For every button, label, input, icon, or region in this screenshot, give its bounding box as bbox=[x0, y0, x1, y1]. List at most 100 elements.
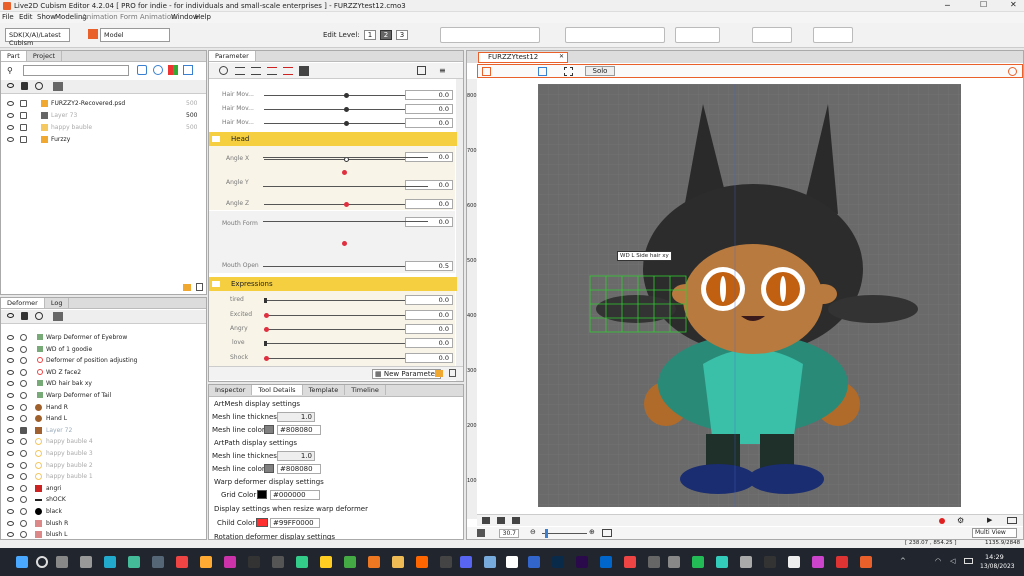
model-canvas[interactable] bbox=[538, 84, 961, 507]
param-slider[interactable] bbox=[264, 356, 428, 361]
param-value[interactable]: 0.0 bbox=[405, 118, 453, 128]
expressions-group-header[interactable]: Expressions bbox=[209, 277, 457, 291]
parameter-scrollbar[interactable] bbox=[456, 79, 463, 381]
grid-center-point[interactable] bbox=[342, 241, 347, 246]
workspace-select[interactable]: SDK(X/A)/Latest Cubism bbox=[5, 28, 70, 47]
head-group-header[interactable]: Head bbox=[209, 132, 457, 146]
select-tools-group[interactable] bbox=[675, 27, 720, 43]
app-icon[interactable] bbox=[200, 556, 212, 568]
app-icon[interactable] bbox=[416, 556, 428, 568]
app-icon[interactable] bbox=[152, 556, 164, 568]
tab-project[interactable]: Project bbox=[27, 51, 63, 61]
visibility-icon[interactable] bbox=[7, 381, 14, 387]
visibility-icon[interactable] bbox=[7, 485, 14, 491]
color-grid-icon[interactable] bbox=[168, 65, 178, 75]
visibility-icon[interactable] bbox=[7, 113, 14, 118]
menu-help[interactable]: Help bbox=[195, 13, 211, 21]
app-icon[interactable] bbox=[128, 556, 140, 568]
slider-knob[interactable] bbox=[264, 313, 269, 318]
selection-icon[interactable] bbox=[20, 392, 27, 399]
list-item[interactable]: WD of 1 goodie bbox=[1, 344, 206, 356]
list-item[interactable]: black bbox=[1, 506, 206, 518]
app-icon[interactable] bbox=[506, 556, 518, 568]
menu-icon[interactable]: ≡ bbox=[439, 66, 446, 75]
tray-chevron-icon[interactable]: ^ bbox=[900, 557, 906, 565]
settings-icon[interactable]: ⚙ bbox=[957, 516, 964, 525]
slider-knob[interactable] bbox=[264, 356, 269, 361]
play-icon[interactable]: ▶ bbox=[987, 516, 992, 524]
camera-icon[interactable] bbox=[482, 517, 490, 524]
new-folder-icon[interactable] bbox=[183, 284, 191, 291]
parameter-row[interactable]: Hair Mov... 0.0 bbox=[212, 102, 455, 116]
selection-icon[interactable] bbox=[20, 519, 27, 527]
app-icon[interactable] bbox=[484, 556, 496, 568]
list-item[interactable]: Deformer of position adjusting bbox=[1, 355, 206, 367]
selection-icon[interactable] bbox=[20, 450, 27, 457]
slider-knob[interactable] bbox=[344, 107, 349, 112]
brush-icon[interactable] bbox=[482, 67, 491, 76]
app-icon[interactable] bbox=[812, 556, 824, 568]
list-item[interactable]: blush R bbox=[1, 518, 206, 530]
discord-icon[interactable] bbox=[460, 556, 472, 568]
glue-tools-group[interactable] bbox=[752, 27, 792, 43]
grid-toggle-icon[interactable] bbox=[564, 67, 573, 76]
selection-icon[interactable] bbox=[20, 368, 27, 376]
selection-icon[interactable] bbox=[20, 403, 27, 411]
dropdown-icon[interactable] bbox=[219, 66, 228, 75]
mesh-tools-group[interactable] bbox=[565, 27, 665, 43]
parameter-row[interactable]: tired 0.0 bbox=[212, 293, 455, 307]
tab-inspector[interactable]: Inspector bbox=[209, 385, 253, 395]
list-item[interactable]: happy bauble 2 bbox=[1, 460, 206, 472]
camera3-icon[interactable] bbox=[512, 517, 520, 524]
lines-icon[interactable] bbox=[417, 66, 426, 75]
lock-header-icon[interactable] bbox=[21, 312, 28, 320]
slider-knob[interactable] bbox=[344, 202, 349, 207]
parameter-row[interactable]: Excited 0.0 bbox=[212, 308, 455, 322]
selection-icon[interactable] bbox=[20, 531, 27, 539]
refresh-icon[interactable] bbox=[153, 65, 163, 75]
edit-level-1[interactable]: 1 bbox=[364, 30, 376, 40]
premiere-icon[interactable] bbox=[576, 556, 588, 568]
selection-icon[interactable] bbox=[20, 496, 27, 504]
app-icon[interactable] bbox=[740, 556, 752, 568]
selection-icon[interactable] bbox=[20, 484, 27, 492]
tab-timeline[interactable]: Timeline bbox=[345, 385, 386, 395]
list-item[interactable]: angri bbox=[1, 483, 206, 495]
menu-animation[interactable]: Animation bbox=[82, 13, 118, 21]
param-slider[interactable] bbox=[264, 341, 428, 346]
app-icon[interactable] bbox=[788, 556, 800, 568]
app-icon[interactable] bbox=[392, 556, 404, 568]
live2d-icon[interactable] bbox=[860, 556, 872, 568]
edit-level-2[interactable]: 2 bbox=[380, 30, 392, 40]
visibility-icon[interactable] bbox=[7, 427, 14, 433]
selection-icon[interactable] bbox=[20, 380, 27, 388]
parameter-row[interactable]: Mouth Open 0.5 bbox=[212, 259, 455, 273]
visibility-icon[interactable] bbox=[7, 101, 14, 106]
app-icon[interactable] bbox=[692, 556, 704, 568]
color-icon[interactable] bbox=[477, 529, 485, 537]
zoom-out-icon[interactable]: ⊖ bbox=[530, 528, 536, 536]
eye-header-icon[interactable] bbox=[7, 313, 14, 318]
keyform-delete-icon[interactable] bbox=[283, 67, 293, 75]
selection-icon[interactable] bbox=[20, 461, 27, 469]
grid-color-swatch[interactable] bbox=[257, 490, 267, 499]
list-item[interactable]: Layer 73 500 bbox=[1, 110, 206, 122]
list-item[interactable]: Layer 72 bbox=[1, 425, 206, 437]
parameter-row[interactable]: Angry 0.0 bbox=[212, 322, 455, 336]
visibility-icon[interactable] bbox=[7, 462, 14, 468]
param-value[interactable]: 0.0 bbox=[405, 338, 453, 348]
path-color-swatch[interactable] bbox=[264, 464, 274, 473]
close-icon[interactable]: ✕ bbox=[1010, 0, 1017, 9]
pin-icon[interactable] bbox=[1008, 67, 1017, 76]
param-slider[interactable] bbox=[264, 327, 428, 332]
start-icon[interactable] bbox=[16, 556, 28, 568]
param-value[interactable]: 0.0 bbox=[405, 310, 453, 320]
param-slider[interactable] bbox=[264, 107, 428, 112]
tab-template[interactable]: Template bbox=[303, 385, 346, 395]
selection-icon[interactable] bbox=[20, 345, 27, 353]
lock-icon[interactable] bbox=[20, 124, 27, 131]
mesh-thickness-input[interactable]: 1.0 bbox=[277, 412, 315, 422]
app-icon[interactable] bbox=[272, 556, 284, 568]
app-icon[interactable] bbox=[440, 556, 452, 568]
pin-tools-group[interactable] bbox=[813, 27, 853, 43]
